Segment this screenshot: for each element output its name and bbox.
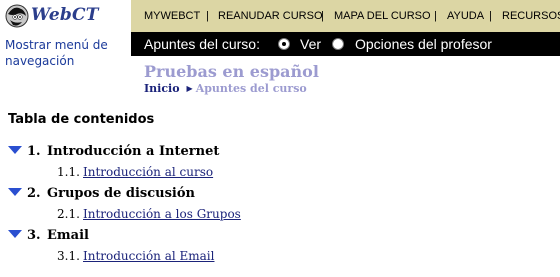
menu-item-recursos[interactable]: RECURSOS — [502, 9, 560, 23]
collapse-triangle-icon[interactable] — [8, 188, 22, 196]
logo-text: WebCT — [31, 5, 99, 25]
menu-separator: | — [489, 10, 492, 22]
toc-item: 2.1. Introducción a los Grupos — [0, 207, 560, 225]
item-number: 3.1. — [57, 249, 80, 263]
toc-item: 3.1. Introducción al Email — [0, 249, 560, 267]
menu-item-ayuda[interactable]: AYUDA — [447, 9, 484, 23]
menu-separator: | — [321, 10, 324, 22]
breadcrumb-current: Apuntes del curso — [195, 82, 307, 95]
breadcrumb-arrow-icon: ▶ — [186, 83, 193, 93]
section-number: 3. — [27, 228, 41, 243]
section-number: 1. — [27, 144, 41, 159]
page-title: Pruebas en español — [144, 62, 319, 81]
menu-separator: | — [206, 10, 209, 22]
instructor-options-label[interactable]: Opciones del profesor — [355, 36, 492, 52]
toc-item-link[interactable]: Introducción al Email — [83, 249, 214, 263]
item-number: 1.1. — [57, 165, 80, 179]
webct-logo[interactable]: WebCT — [0, 0, 130, 34]
menu-item-mapa-del-curso[interactable]: MAPA DEL CURSO — [334, 9, 431, 23]
menu-separator: | — [434, 10, 437, 22]
toc-section: 1. Introducción a Internet — [0, 144, 560, 164]
radio-view-icon[interactable] — [278, 38, 290, 50]
menu-item-mywebct[interactable]: MYWEBCT — [144, 9, 200, 23]
breadcrumb: Inicio ▶ Apuntes del curso — [144, 82, 307, 95]
mode-bar: Apuntes del curso: Ver Opciones del prof… — [131, 32, 560, 56]
toc-item: 1.1. Introducción al curso — [0, 165, 560, 183]
section-title: Grupos de discusión — [47, 186, 195, 201]
section-title: Introducción a Internet — [47, 144, 220, 159]
item-number: 2.1. — [57, 207, 80, 221]
section-title: Email — [47, 228, 89, 243]
toc-item-link[interactable]: Introducción a los Grupos — [83, 207, 241, 221]
section-number: 2. — [27, 186, 41, 201]
collapse-triangle-icon[interactable] — [8, 146, 22, 154]
top-menu-bar: MYWEBCT | REANUDAR CURSO | MAPA DEL CURS… — [131, 0, 560, 32]
mode-label: Apuntes del curso: — [144, 36, 260, 52]
collapse-triangle-icon[interactable] — [8, 230, 22, 238]
show-navigation-menu-link[interactable]: Mostrar menú de navegación — [5, 37, 123, 69]
toc-section: 3. Email — [0, 228, 560, 248]
webct-globe-icon — [5, 4, 29, 28]
view-option-label[interactable]: Ver — [300, 36, 321, 52]
breadcrumb-home-link[interactable]: Inicio — [144, 82, 180, 95]
toc-heading: Tabla de contenidos — [8, 112, 155, 127]
toc-section: 2. Grupos de discusión — [0, 186, 560, 206]
radio-instructor-options-icon[interactable] — [332, 38, 344, 50]
menu-item-reanudar-curso[interactable]: REANUDAR CURSO — [218, 9, 323, 23]
toc-item-link[interactable]: Introducción al curso — [83, 165, 213, 179]
